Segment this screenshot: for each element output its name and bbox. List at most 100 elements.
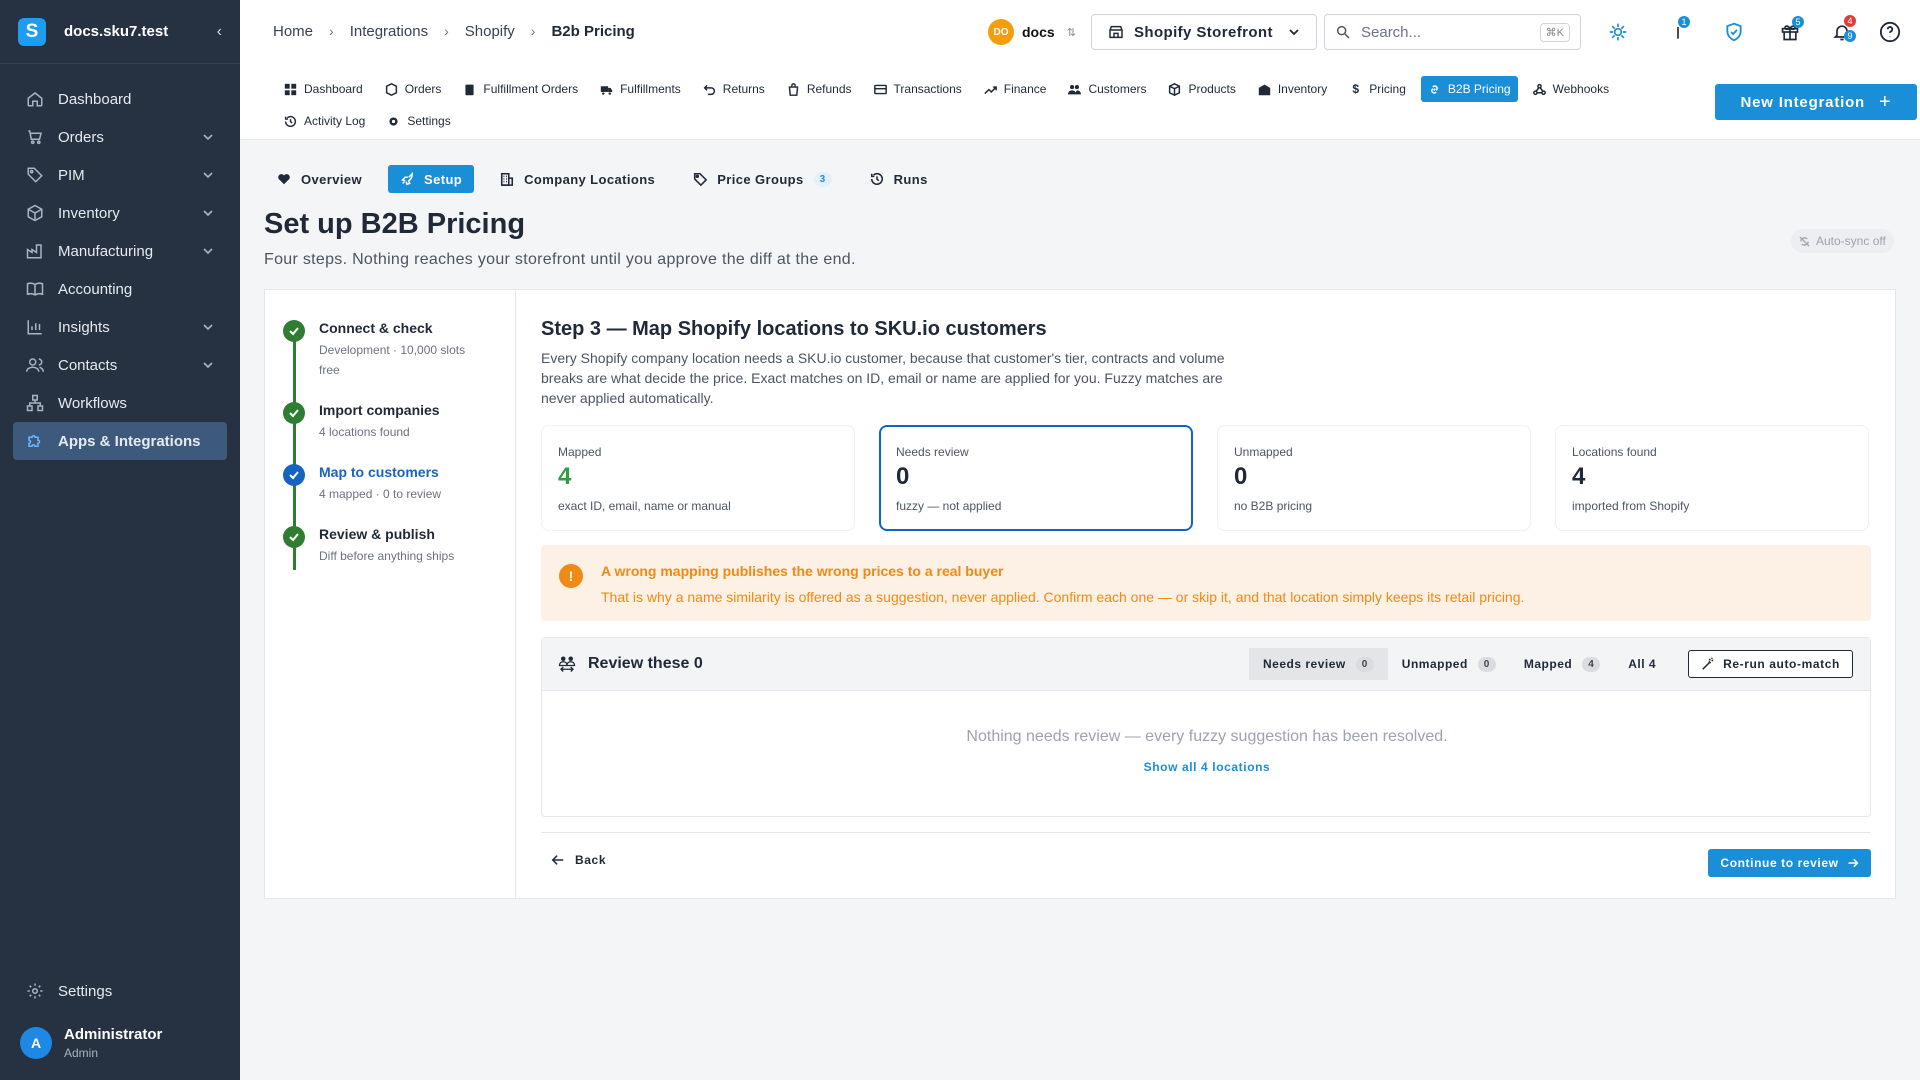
search-input[interactable]: Search... ⌘K — [1324, 14, 1581, 50]
sync-status-icon[interactable] — [1606, 20, 1630, 44]
step-map-to-customers[interactable]: Map to customers 4 mapped · 0 to review — [283, 464, 489, 504]
subnav-label: Activity Log — [304, 114, 366, 128]
tab-price-groups[interactable]: Price Groups 3 — [681, 165, 843, 193]
sidebar-item-label: Dashboard — [58, 90, 132, 108]
subnav-settings[interactable]: Settings — [380, 108, 457, 134]
search-shortcut: ⌘K — [1539, 22, 1570, 42]
sidebar-item-label: Settings — [58, 982, 113, 1000]
updates-icon[interactable]: 1 — [1666, 16, 1690, 44]
sidebar-item-inventory[interactable]: Inventory — [0, 194, 240, 232]
subnav-activity-log[interactable]: Activity Log — [277, 108, 372, 134]
warning-alert: ! A wrong mapping publishes the wrong pr… — [541, 545, 1871, 621]
subnav-webhooks[interactable]: Webhooks — [1526, 76, 1616, 102]
subnav-products[interactable]: Products — [1161, 76, 1242, 102]
sidebar-item-insights[interactable]: Insights — [0, 308, 240, 346]
app-logo[interactable]: S — [18, 17, 46, 46]
filter-all[interactable]: All 4 — [1614, 648, 1670, 680]
step-subtitle: Diff before anything ships — [319, 549, 455, 563]
subnav-pricing[interactable]: $ Pricing — [1342, 76, 1413, 102]
autosync-badge[interactable]: Auto-sync off — [1791, 229, 1894, 253]
shield-icon[interactable] — [1722, 20, 1746, 44]
sidebar-item-contacts[interactable]: Contacts — [0, 346, 240, 384]
subnav-customers[interactable]: Customers — [1061, 76, 1153, 102]
breadcrumb-integrations[interactable]: Integrations — [350, 23, 428, 40]
filter-label: Needs review — [1263, 657, 1346, 671]
tab-label: Price Groups — [717, 171, 804, 187]
card-icon — [873, 84, 887, 94]
step-import-companies[interactable]: Import companies 4 locations found — [283, 402, 489, 442]
sidebar-item-dashboard[interactable]: Dashboard — [0, 80, 240, 118]
subnav-fulfillment-orders[interactable]: Fulfillment Orders — [456, 76, 585, 102]
tab-runs[interactable]: Runs — [858, 165, 940, 193]
sidebar-item-label: Orders — [58, 128, 104, 146]
bell-icon[interactable]: 4 9 — [1830, 15, 1856, 44]
sidebar-item-manufacturing[interactable]: Manufacturing — [0, 232, 240, 270]
stat-card-locations-found[interactable]: Locations found 4 imported from Shopify — [1555, 425, 1869, 531]
continue-label: Continue to review — [1720, 856, 1839, 870]
tab-setup[interactable]: Setup — [388, 165, 475, 193]
tab-company-locations[interactable]: Company Locations — [488, 165, 667, 193]
subnav-b2b-pricing[interactable]: B2B Pricing — [1420, 76, 1518, 102]
sidebar-item-workflows[interactable]: Workflows — [0, 384, 240, 422]
stat-label: Locations found — [1572, 445, 1657, 459]
trend-icon — [984, 85, 997, 94]
subnav-finance[interactable]: Finance — [977, 76, 1054, 102]
sidebar: S docs.sku7.test ‹ Dashboard Orders PIM … — [0, 0, 240, 1080]
tab-label: Setup — [424, 171, 463, 187]
sidebar-item-apps-integrations[interactable]: Apps & Integrations — [13, 422, 227, 460]
sidebar-item-settings[interactable]: Settings — [0, 972, 240, 1010]
warning-body: That is why a name similarity is offered… — [601, 589, 1525, 605]
breadcrumb-home[interactable]: Home — [273, 23, 313, 40]
webhook-icon — [1532, 83, 1546, 95]
subnav-returns[interactable]: Returns — [696, 76, 772, 102]
subnav-transactions[interactable]: Transactions — [867, 76, 969, 102]
gift-icon[interactable]: 5 — [1778, 16, 1804, 44]
new-integration-button[interactable]: New Integration + — [1715, 84, 1917, 120]
filter-unmapped[interactable]: Unmapped 0 — [1388, 648, 1510, 680]
rerun-auto-match-button[interactable]: Re-run auto-match — [1688, 650, 1853, 678]
cube-icon — [1169, 82, 1181, 96]
filter-needs-review[interactable]: Needs review 0 — [1249, 648, 1388, 680]
subnav-refunds[interactable]: Refunds — [780, 76, 859, 102]
subnav-orders[interactable]: Orders — [378, 76, 449, 102]
subnav-label: Finance — [1003, 82, 1047, 96]
tab-count-badge: 3 — [813, 171, 832, 187]
workspace-switcher[interactable]: DO docs ⇅ — [988, 18, 1076, 46]
arrow-left-icon — [551, 855, 564, 865]
stat-hint: fuzzy — not applied — [896, 499, 1002, 513]
step-title: Review & publish — [319, 526, 435, 542]
subnav-fulfillments[interactable]: Fulfillments — [593, 76, 688, 102]
tab-overview[interactable]: Overview — [265, 165, 374, 193]
continue-to-review-button[interactable]: Continue to review — [1708, 849, 1871, 877]
sidebar-item-accounting[interactable]: Accounting — [0, 270, 240, 308]
step-subtitle: 4 locations found — [319, 425, 410, 439]
stat-hint: imported from Shopify — [1572, 499, 1690, 513]
sidebar-item-pim[interactable]: PIM — [0, 156, 240, 194]
org-name[interactable]: docs.sku7.test — [64, 23, 217, 40]
step-review-publish[interactable]: Review & publish Diff before anything sh… — [283, 526, 489, 566]
subnav-inventory[interactable]: Inventory — [1251, 76, 1334, 102]
check-icon — [283, 526, 305, 548]
show-all-locations-link[interactable]: Show all 4 locations — [542, 760, 1872, 774]
filter-mapped[interactable]: Mapped 4 — [1510, 648, 1614, 680]
step-heading: Step 3 — Map Shopify locations to SKU.io… — [541, 318, 1047, 340]
store-selector[interactable]: Shopify Storefront — [1091, 14, 1317, 50]
stat-hint: no B2B pricing — [1234, 499, 1313, 513]
notification-badge-red: 4 — [1844, 15, 1856, 27]
stat-card-unmapped[interactable]: Unmapped 0 no B2B pricing — [1217, 425, 1531, 531]
subnav-label: Transactions — [893, 82, 962, 96]
subnav-label: B2B Pricing — [1447, 82, 1511, 96]
sidebar-item-orders[interactable]: Orders — [0, 118, 240, 156]
magic-wand-icon — [1702, 657, 1714, 670]
stat-card-needs-review[interactable]: Needs review 0 fuzzy — not applied — [879, 425, 1193, 531]
subnav-label: Returns — [722, 82, 765, 96]
user-menu[interactable]: A Administrator Admin — [20, 1026, 162, 1060]
stat-card-mapped[interactable]: Mapped 4 exact ID, email, name or manual — [541, 425, 855, 531]
step-connect-check[interactable]: Connect & check Development · 10,000 slo… — [283, 320, 489, 380]
help-icon[interactable] — [1878, 20, 1902, 44]
back-button[interactable]: Back — [551, 853, 606, 867]
review-title: Review these 0 — [588, 655, 703, 672]
breadcrumb-shopify[interactable]: Shopify — [465, 23, 515, 40]
collapse-sidebar-icon[interactable]: ‹ — [217, 23, 222, 41]
subnav-dashboard[interactable]: Dashboard — [277, 76, 370, 102]
